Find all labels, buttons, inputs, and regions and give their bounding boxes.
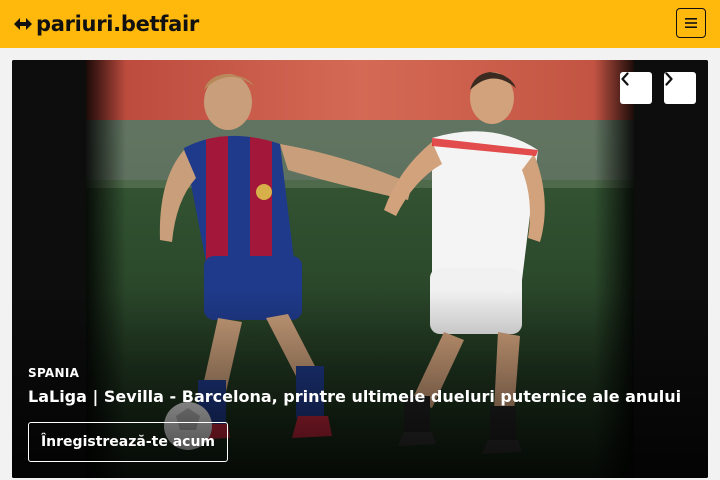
hero-headline[interactable]: LaLiga | Sevilla - Barcelona, printre ul…: [28, 387, 681, 406]
chevron-left-icon: [621, 72, 629, 86]
register-now-button[interactable]: Înregistrează-te acum: [28, 422, 228, 462]
betfair-logo[interactable]: pariuri.betfair: [12, 11, 199, 37]
betfair-arrows-icon: [14, 18, 32, 30]
carousel-next-button[interactable]: [664, 72, 696, 104]
hero-carousel[interactable]: SPANIA LaLiga | Sevilla - Barcelona, pri…: [12, 60, 708, 478]
hero-category: SPANIA: [28, 366, 80, 380]
menu-button[interactable]: [676, 8, 706, 38]
top-header: pariuri.betfair: [0, 0, 720, 48]
logo-text: pariuri.betfair: [36, 12, 199, 36]
hero-caption: SPANIA LaLiga | Sevilla - Barcelona, pri…: [28, 366, 681, 406]
hero-image: [12, 60, 708, 478]
hamburger-icon: [685, 18, 697, 28]
chevron-right-icon: [665, 72, 673, 86]
carousel-prev-button[interactable]: [620, 72, 652, 104]
